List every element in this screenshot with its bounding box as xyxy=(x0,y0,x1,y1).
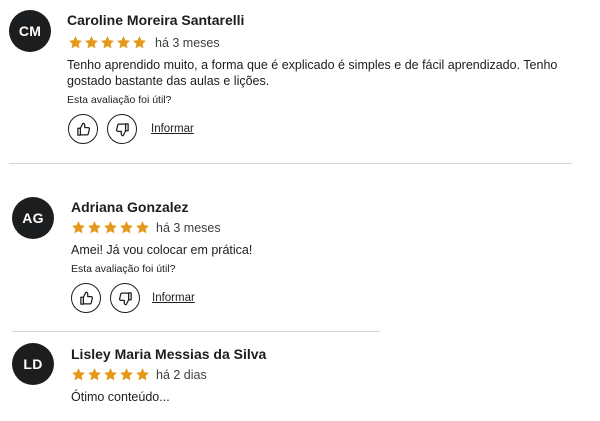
star-icon xyxy=(119,367,134,382)
star-rating xyxy=(71,367,150,383)
review-text: Ótimo conteúdo... xyxy=(71,390,170,404)
review-item: LD Lisley Maria Messias da Silva há 2 di… xyxy=(0,0,600,421)
review-date: há 2 dias xyxy=(156,368,207,382)
star-icon xyxy=(87,367,102,382)
star-icon xyxy=(135,367,150,382)
avatar: LD xyxy=(12,343,54,385)
reviewer-name: Lisley Maria Messias da Silva xyxy=(71,346,267,362)
star-icon xyxy=(71,367,86,382)
star-icon xyxy=(103,367,118,382)
